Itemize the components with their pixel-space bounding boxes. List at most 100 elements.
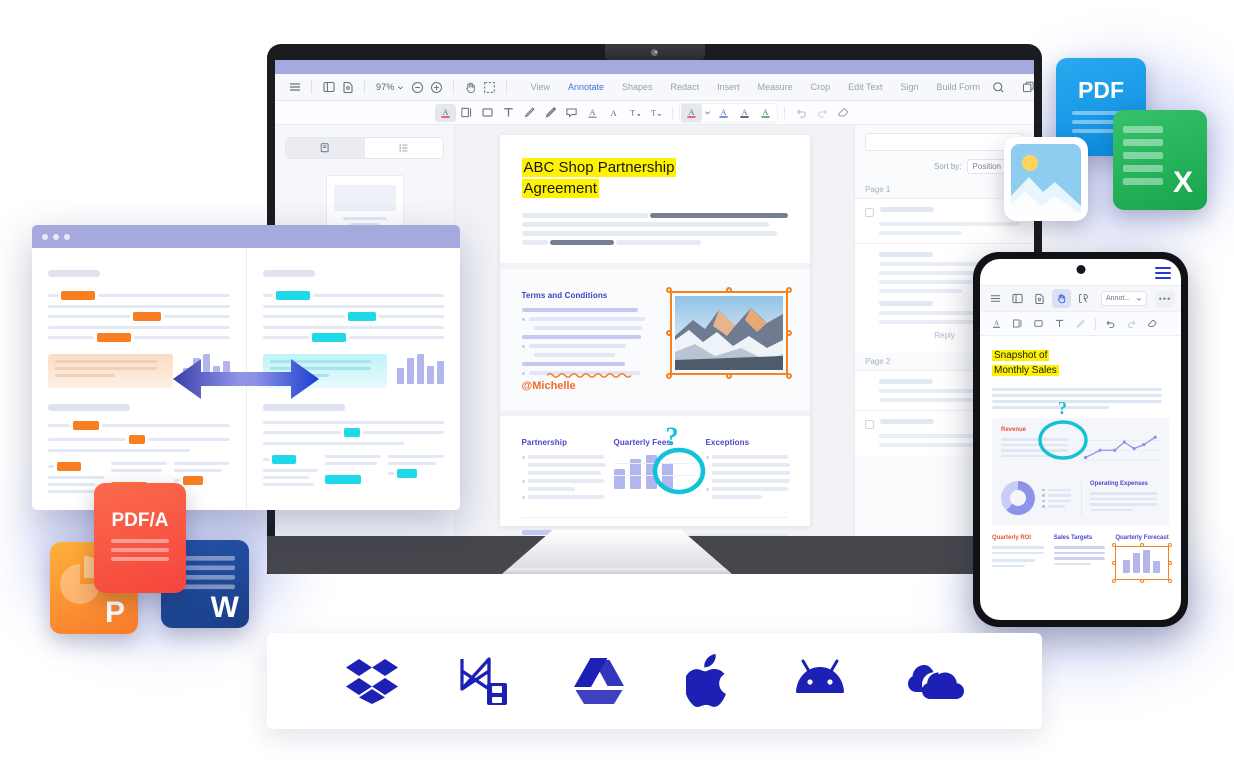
mention-annotation: @Michelle (521, 380, 576, 392)
document-viewport[interactable]: ABC Shop Partnership Agreement Terms and… (455, 125, 854, 536)
strikethrough-icon[interactable]: A (603, 104, 624, 122)
phone-selection-frame (1115, 546, 1170, 580)
color-green-swatch[interactable]: A (755, 104, 776, 122)
tab-annotate[interactable]: Annotate (559, 78, 613, 96)
color-dropdown-icon[interactable] (702, 104, 713, 122)
search-icon[interactable] (989, 78, 1008, 97)
toolbar-right-actions (989, 78, 1034, 97)
outline-list-icon[interactable] (365, 138, 444, 158)
text-add-icon[interactable]: T (624, 104, 645, 122)
tab-insert[interactable]: Insert (708, 78, 749, 96)
select-area-icon[interactable] (480, 78, 499, 97)
rectangle-icon[interactable] (1029, 314, 1048, 333)
menu-icon[interactable] (285, 78, 304, 97)
redo-icon[interactable] (812, 104, 833, 122)
comments-search-input[interactable] (865, 133, 1024, 151)
window-dot-maximize[interactable] (64, 233, 70, 240)
phone-handle-tr[interactable] (1168, 543, 1173, 547)
ink-circle-annotation: ? (648, 422, 710, 498)
tab-measure[interactable]: Measure (749, 78, 802, 96)
tab-sign[interactable]: Sign (891, 78, 927, 96)
eraser-icon[interactable] (1143, 314, 1162, 333)
sidebar-panel-icon[interactable] (319, 78, 338, 97)
phone-handle-bc[interactable] (1140, 579, 1145, 583)
phone-handle-mr[interactable] (1168, 561, 1173, 565)
phone-opex-heading: Operating Expenses (1090, 481, 1149, 487)
phone-selected-chart[interactable] (1112, 543, 1173, 583)
text-icon[interactable] (498, 104, 519, 122)
window-dot-minimize[interactable] (53, 233, 59, 240)
google-drive-icon[interactable] (573, 657, 625, 705)
text-box-icon[interactable] (456, 104, 477, 122)
phone-mode-select[interactable]: Annot... (1101, 291, 1148, 306)
pen-icon[interactable] (1071, 314, 1090, 333)
menu-icon[interactable] (986, 289, 1005, 308)
phone-handle-br[interactable] (1168, 579, 1173, 583)
text-remove-icon[interactable]: T (645, 104, 666, 122)
color-black-swatch[interactable]: A (734, 104, 755, 122)
page-view-icon[interactable] (338, 78, 357, 97)
comment-author (879, 379, 933, 384)
tab-view[interactable]: View (522, 78, 559, 96)
thumbnails-icon[interactable] (286, 138, 365, 158)
selection-handle-br[interactable] (785, 373, 792, 379)
duplicate-icon[interactable] (1019, 78, 1034, 97)
exceptions-heading: Exceptions (705, 438, 750, 447)
zoom-out-icon[interactable] (408, 78, 427, 97)
sharepoint-icon[interactable] (459, 655, 513, 707)
color-red-swatch[interactable]: A (681, 103, 702, 122)
undo-icon[interactable] (1101, 314, 1120, 333)
comment-checkbox[interactable] (865, 208, 874, 217)
tab-build-form[interactable]: Build Form (928, 78, 990, 96)
marker-icon[interactable] (540, 104, 561, 122)
selected-image-annotation[interactable] (665, 287, 792, 379)
color-blue-swatch[interactable]: A (713, 104, 734, 122)
svg-text:A: A (994, 319, 1000, 327)
hand-tool-icon[interactable] (461, 78, 480, 97)
apple-icon[interactable] (685, 654, 732, 708)
text-box-icon[interactable] (1008, 314, 1027, 333)
tab-crop[interactable]: Crop (802, 78, 840, 96)
selection-handle-tc[interactable] (725, 287, 732, 293)
window-dot-close[interactable] (42, 233, 48, 240)
phone-handle-bl[interactable] (1112, 579, 1117, 583)
comment-icon[interactable] (561, 104, 582, 122)
phone-column-forecast: Quarterly Forecast (1115, 535, 1169, 541)
highlight-text-icon[interactable]: A (987, 314, 1006, 333)
phone-document[interactable]: Snapshot of Monthly Sales Revenue Operat… (980, 336, 1181, 620)
selection-handle-mr[interactable] (785, 330, 792, 336)
eraser-icon[interactable] (833, 104, 854, 122)
tab-edit-text[interactable]: Edit Text (839, 78, 891, 96)
zoom-in-icon[interactable] (427, 78, 446, 97)
selection-handle-bl[interactable] (665, 373, 672, 379)
undo-icon[interactable] (791, 104, 812, 122)
selection-handle-tr[interactable] (785, 287, 792, 293)
page-view-icon[interactable] (1030, 289, 1049, 308)
select-area-icon[interactable] (1074, 289, 1093, 308)
selection-handle-bc[interactable] (725, 373, 732, 379)
dropbox-icon[interactable] (345, 656, 399, 706)
hand-tool-icon[interactable] (1052, 289, 1071, 308)
pen-icon[interactable] (519, 104, 540, 122)
comment-checkbox[interactable] (865, 420, 874, 429)
selection-handle-ml[interactable] (665, 330, 672, 336)
column-exceptions: Exceptions (705, 438, 791, 503)
selection-handle-tl[interactable] (665, 287, 672, 293)
sidebar-panel-icon[interactable] (1008, 289, 1027, 308)
highlight-text-icon[interactable]: A (435, 103, 456, 122)
zoom-level-selector[interactable]: 97% (372, 82, 408, 92)
tab-redact[interactable]: Redact (662, 78, 709, 96)
underline-icon[interactable]: A (582, 104, 603, 122)
text-icon[interactable] (1050, 314, 1069, 333)
rectangle-icon[interactable] (477, 104, 498, 122)
onedrive-icon[interactable] (907, 661, 964, 701)
redo-icon[interactable] (1122, 314, 1141, 333)
android-icon[interactable] (792, 659, 848, 703)
tab-shapes[interactable]: Shapes (613, 78, 662, 96)
phone-question-mark: ? (1058, 398, 1067, 418)
phone-more-icon[interactable]: ••• (1155, 290, 1175, 307)
sort-by-label: Sort by: (933, 162, 962, 171)
badge-lines (110, 539, 170, 566)
phone-menu-icon[interactable] (1155, 267, 1171, 279)
svg-text:T: T (651, 108, 656, 117)
